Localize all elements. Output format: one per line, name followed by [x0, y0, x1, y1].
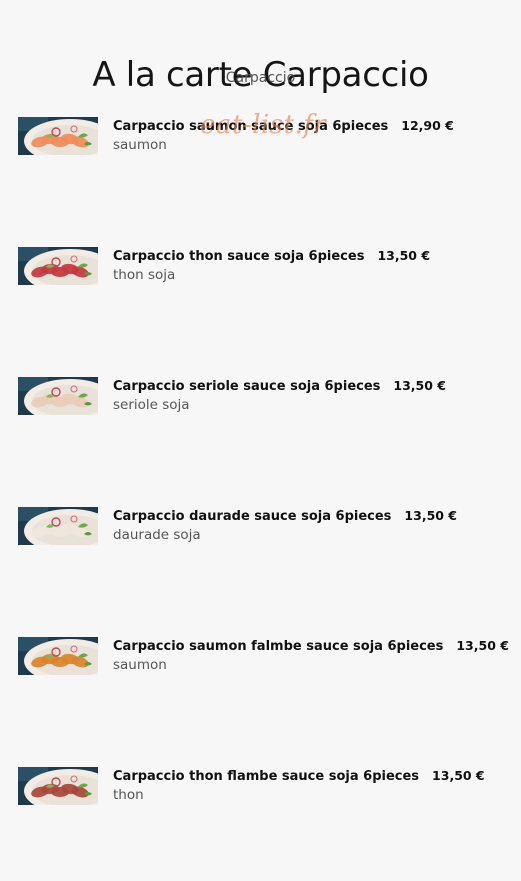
item-name: Carpaccio thon sauce soja 6pieces [113, 249, 365, 264]
item-price: 13,50 € [393, 378, 446, 393]
flambe-salmon-carpaccio-image[interactable] [18, 637, 98, 675]
menu-item-flambe-salmon[interactable]: Carpaccio saumon falmbe sauce soja 6piec… [18, 637, 509, 679]
flambe-tuna-carpaccio-image[interactable] [18, 767, 98, 805]
item-price: 12,90 € [401, 118, 454, 133]
item-price: 13,50 € [377, 248, 431, 263]
menu-item-sea-bream[interactable]: Carpaccio daurade sauce soja 6pieces 13,… [18, 507, 508, 549]
item-name: Carpaccio saumon sauce soja 6pieces [113, 119, 389, 134]
item-name: Carpaccio saumon falmbe sauce soja 6piec… [113, 639, 444, 654]
salmon-carpaccio-image[interactable] [18, 117, 98, 155]
item-price: 13,50 € [404, 508, 458, 523]
yellowtail-carpaccio-image[interactable] [18, 377, 98, 415]
item-description: saumon [113, 657, 167, 673]
menu-item-tuna[interactable]: Carpaccio thon sauce soja 6pieces 13,50 … [18, 247, 508, 289]
item-description: seriole soja [113, 397, 190, 413]
item-price: 13,50 € [456, 638, 509, 653]
item-name: Carpaccio seriole sauce soja 6pieces [113, 379, 381, 394]
item-description: thon soja [113, 267, 176, 283]
menu-item-salmon[interactable]: Carpaccio saumon sauce soja 6pieces 12,9… [18, 117, 508, 159]
item-price: 13,50 € [432, 768, 485, 783]
item-name: Carpaccio thon flambe sauce soja 6pieces [113, 769, 420, 784]
tuna-carpaccio-image[interactable] [18, 247, 98, 285]
item-description: daurade soja [113, 527, 201, 543]
item-description: saumon [113, 137, 167, 153]
menu-item-yellowtail[interactable]: Carpaccio seriole sauce soja 6pieces 13,… [18, 377, 508, 419]
item-name: Carpaccio daurade sauce soja 6pieces [113, 509, 392, 524]
page-subtitle: Carpaccio [225, 70, 296, 86]
item-description: thon [113, 787, 144, 803]
menu-item-flambe-tuna[interactable]: Carpaccio thon flambe sauce soja 6pieces… [18, 767, 508, 809]
sea-bream-carpaccio-image[interactable] [18, 507, 98, 545]
